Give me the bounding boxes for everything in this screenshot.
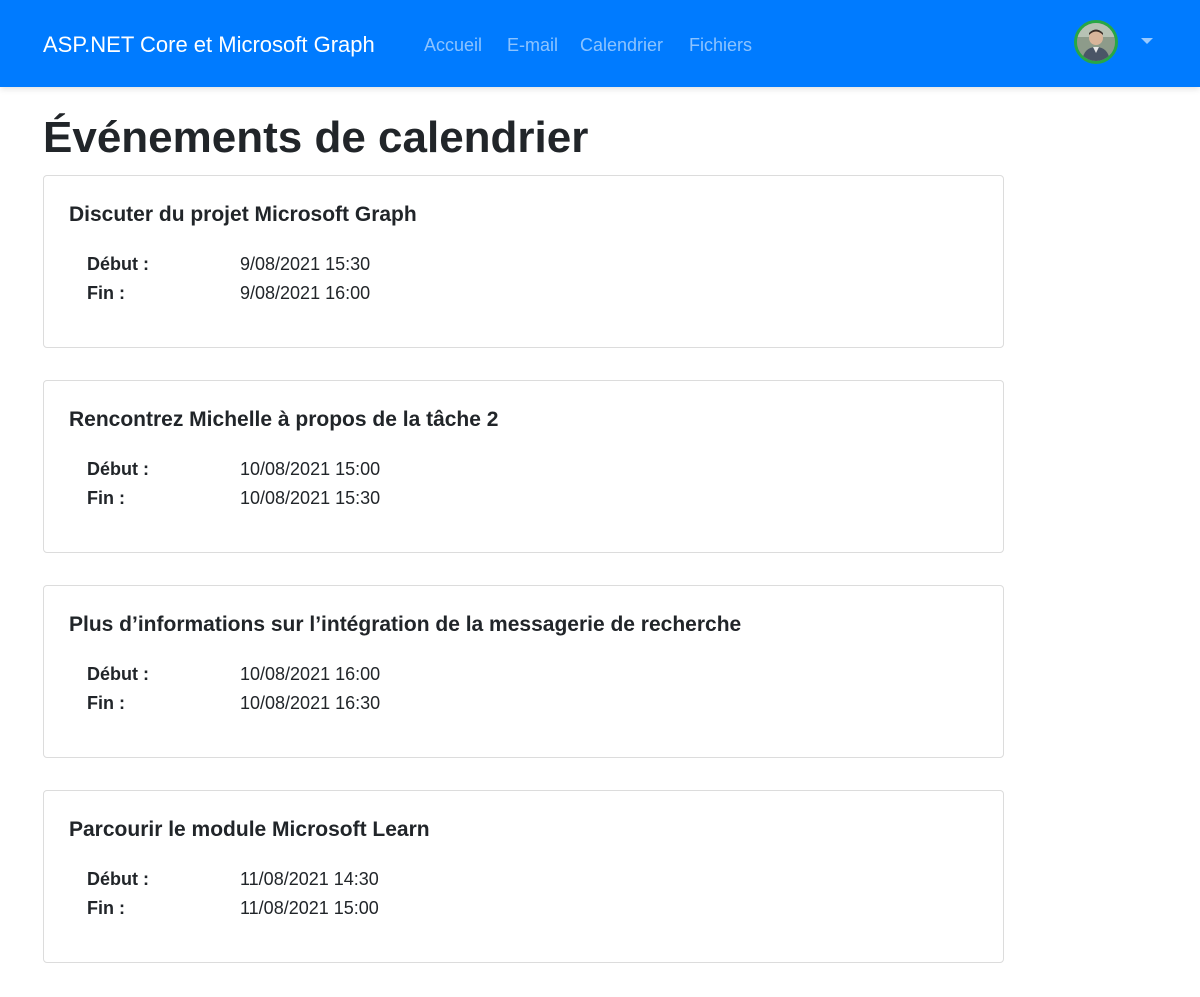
event-end-label: Fin :: [87, 693, 125, 713]
event-subject: Discuter du projet Microsoft Graph: [69, 203, 417, 226]
event-start-label: Début :: [87, 254, 149, 274]
event-start-label: Début :: [87, 664, 149, 684]
event-subject: Parcourir le module Microsoft Learn: [69, 818, 430, 841]
event-end-value: 11/08/2021 15:00: [240, 898, 379, 918]
event-end-value: 10/08/2021 16:30: [240, 693, 381, 713]
event-start-value: 10/08/2021 16:00: [240, 664, 381, 684]
event-start-label: Début :: [87, 869, 149, 889]
event-end-value: 9/08/2021 16:00: [240, 283, 371, 303]
event-end-value: 10/08/2021 15:30: [240, 488, 381, 508]
user-avatar[interactable]: [1074, 20, 1118, 64]
event-card: Parcourir le module Microsoft Learn Débu…: [43, 790, 1004, 963]
top-navbar: ASP.NET Core et Microsoft Graph Accueil …: [0, 0, 1200, 87]
nav-link-fichiers[interactable]: Fichiers: [689, 34, 752, 56]
nav-link-email[interactable]: E-mail: [507, 34, 558, 56]
event-end-label: Fin :: [87, 898, 125, 918]
event-start-value: 11/08/2021 14:30: [240, 869, 379, 889]
user-menu-caret-icon[interactable]: [1141, 38, 1153, 44]
page-title: Événements de calendrier: [43, 113, 589, 162]
nav-link-accueil[interactable]: Accueil: [424, 34, 482, 56]
user-photo-icon: [1077, 23, 1115, 61]
event-card: Discuter du projet Microsoft Graph Début…: [43, 175, 1004, 348]
event-start-value: 10/08/2021 15:00: [240, 459, 381, 479]
event-card: Plus d’informations sur l’intégration de…: [43, 585, 1004, 758]
event-start-label: Début :: [87, 459, 149, 479]
brand-link[interactable]: ASP.NET Core et Microsoft Graph: [43, 31, 375, 59]
event-subject: Rencontrez Michelle à propos de la tâche…: [69, 408, 499, 431]
event-end-label: Fin :: [87, 283, 125, 303]
event-subject: Plus d’informations sur l’intégration de…: [69, 613, 742, 636]
event-end-label: Fin :: [87, 488, 125, 508]
event-card: Rencontrez Michelle à propos de la tâche…: [43, 380, 1004, 553]
nav-link-calendrier[interactable]: Calendrier: [580, 34, 663, 56]
event-start-value: 9/08/2021 15:30: [240, 254, 371, 274]
